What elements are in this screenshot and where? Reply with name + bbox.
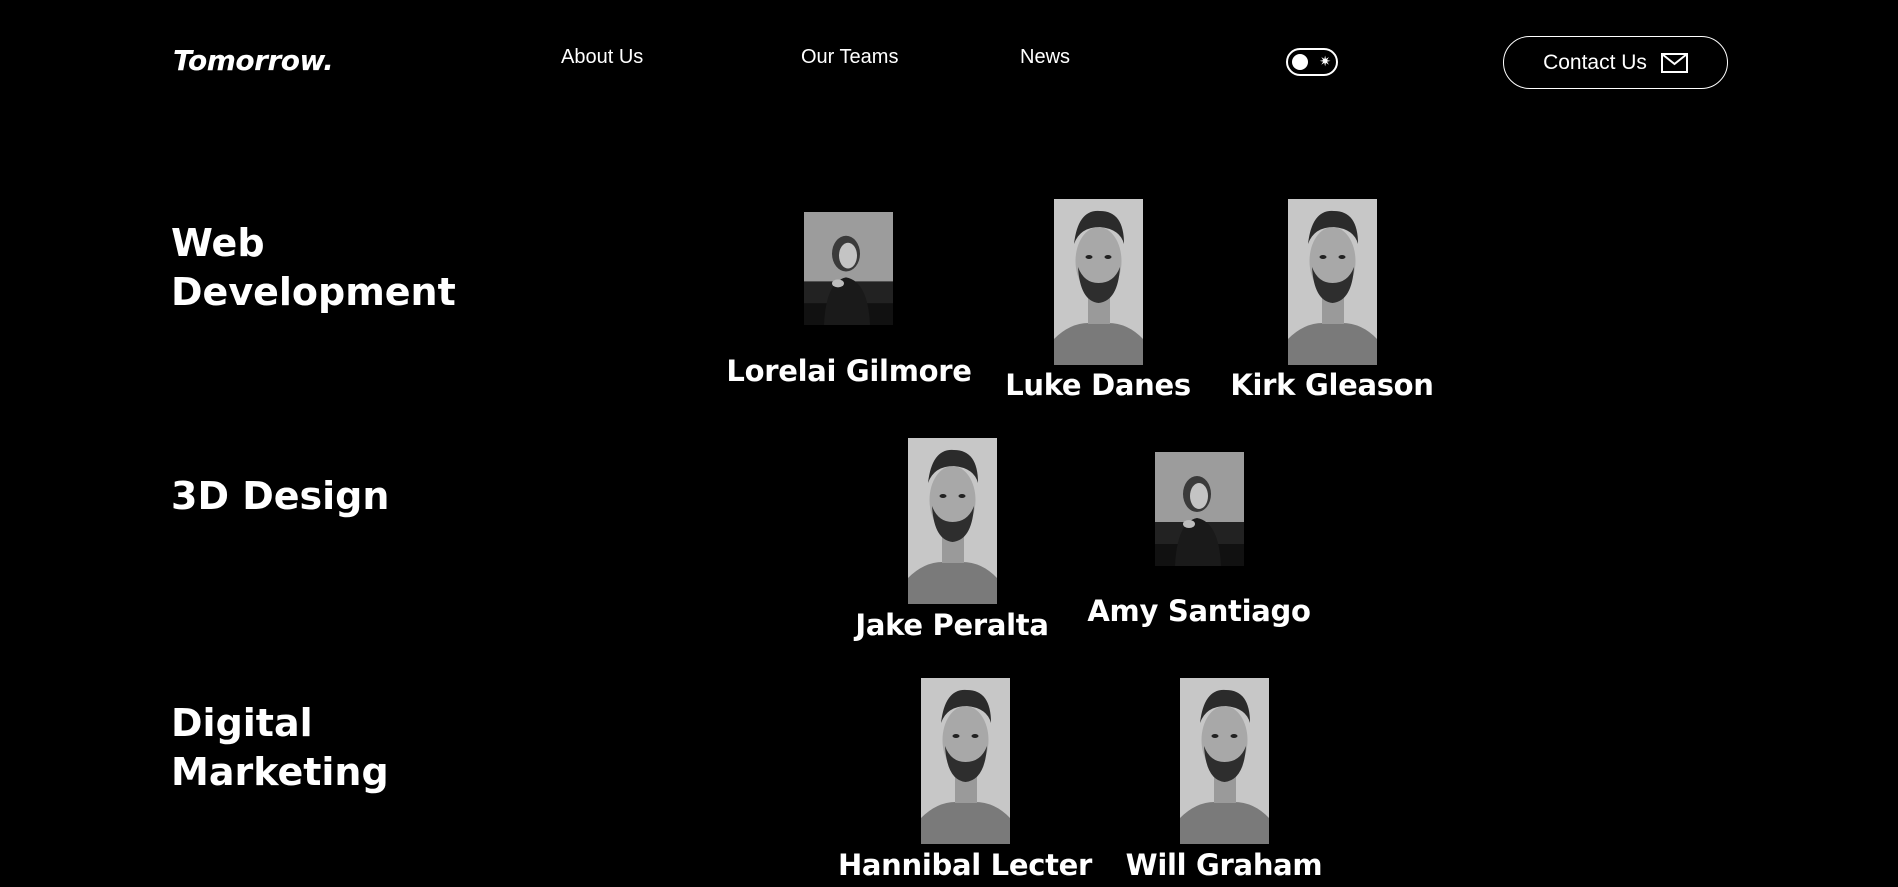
- nav-about-us[interactable]: About Us: [561, 46, 643, 69]
- section-title-3d-design: 3D Design: [171, 474, 390, 518]
- member-name: Lorelai Gilmore: [726, 354, 972, 388]
- member-photo-woman: [804, 212, 893, 325]
- member-name: Luke Danes: [1005, 368, 1191, 402]
- logo[interactable]: Tomorrow.: [173, 44, 334, 77]
- section-title-digital-marketing: Digital Marketing: [171, 701, 389, 794]
- theme-toggle[interactable]: ✷: [1286, 48, 1338, 76]
- nav-news[interactable]: News: [1020, 46, 1070, 69]
- member-name: Hannibal Lecter: [837, 848, 1093, 882]
- member-name: Jake Peralta: [855, 608, 1049, 642]
- toggle-knob: [1292, 54, 1308, 70]
- member-photo-man: [1180, 678, 1269, 844]
- member-photo-man: [908, 438, 997, 604]
- member-photo-man: [921, 678, 1010, 844]
- member-name: Amy Santiago: [1087, 594, 1311, 628]
- section-title-web-development: Web Development: [171, 221, 456, 314]
- member-photo-man: [1054, 199, 1143, 365]
- nav-our-teams[interactable]: Our Teams: [801, 46, 898, 69]
- member-photo-man: [1288, 199, 1377, 365]
- member-name: Kirk Gleason: [1230, 368, 1434, 402]
- member-photo-woman: [1155, 452, 1244, 566]
- mail-icon: [1660, 52, 1688, 73]
- member-name: Will Graham: [1125, 848, 1323, 882]
- contact-us-label: Contact Us: [1543, 50, 1647, 74]
- sun-icon: ✷: [1319, 54, 1331, 70]
- contact-us-button[interactable]: Contact Us: [1503, 36, 1728, 89]
